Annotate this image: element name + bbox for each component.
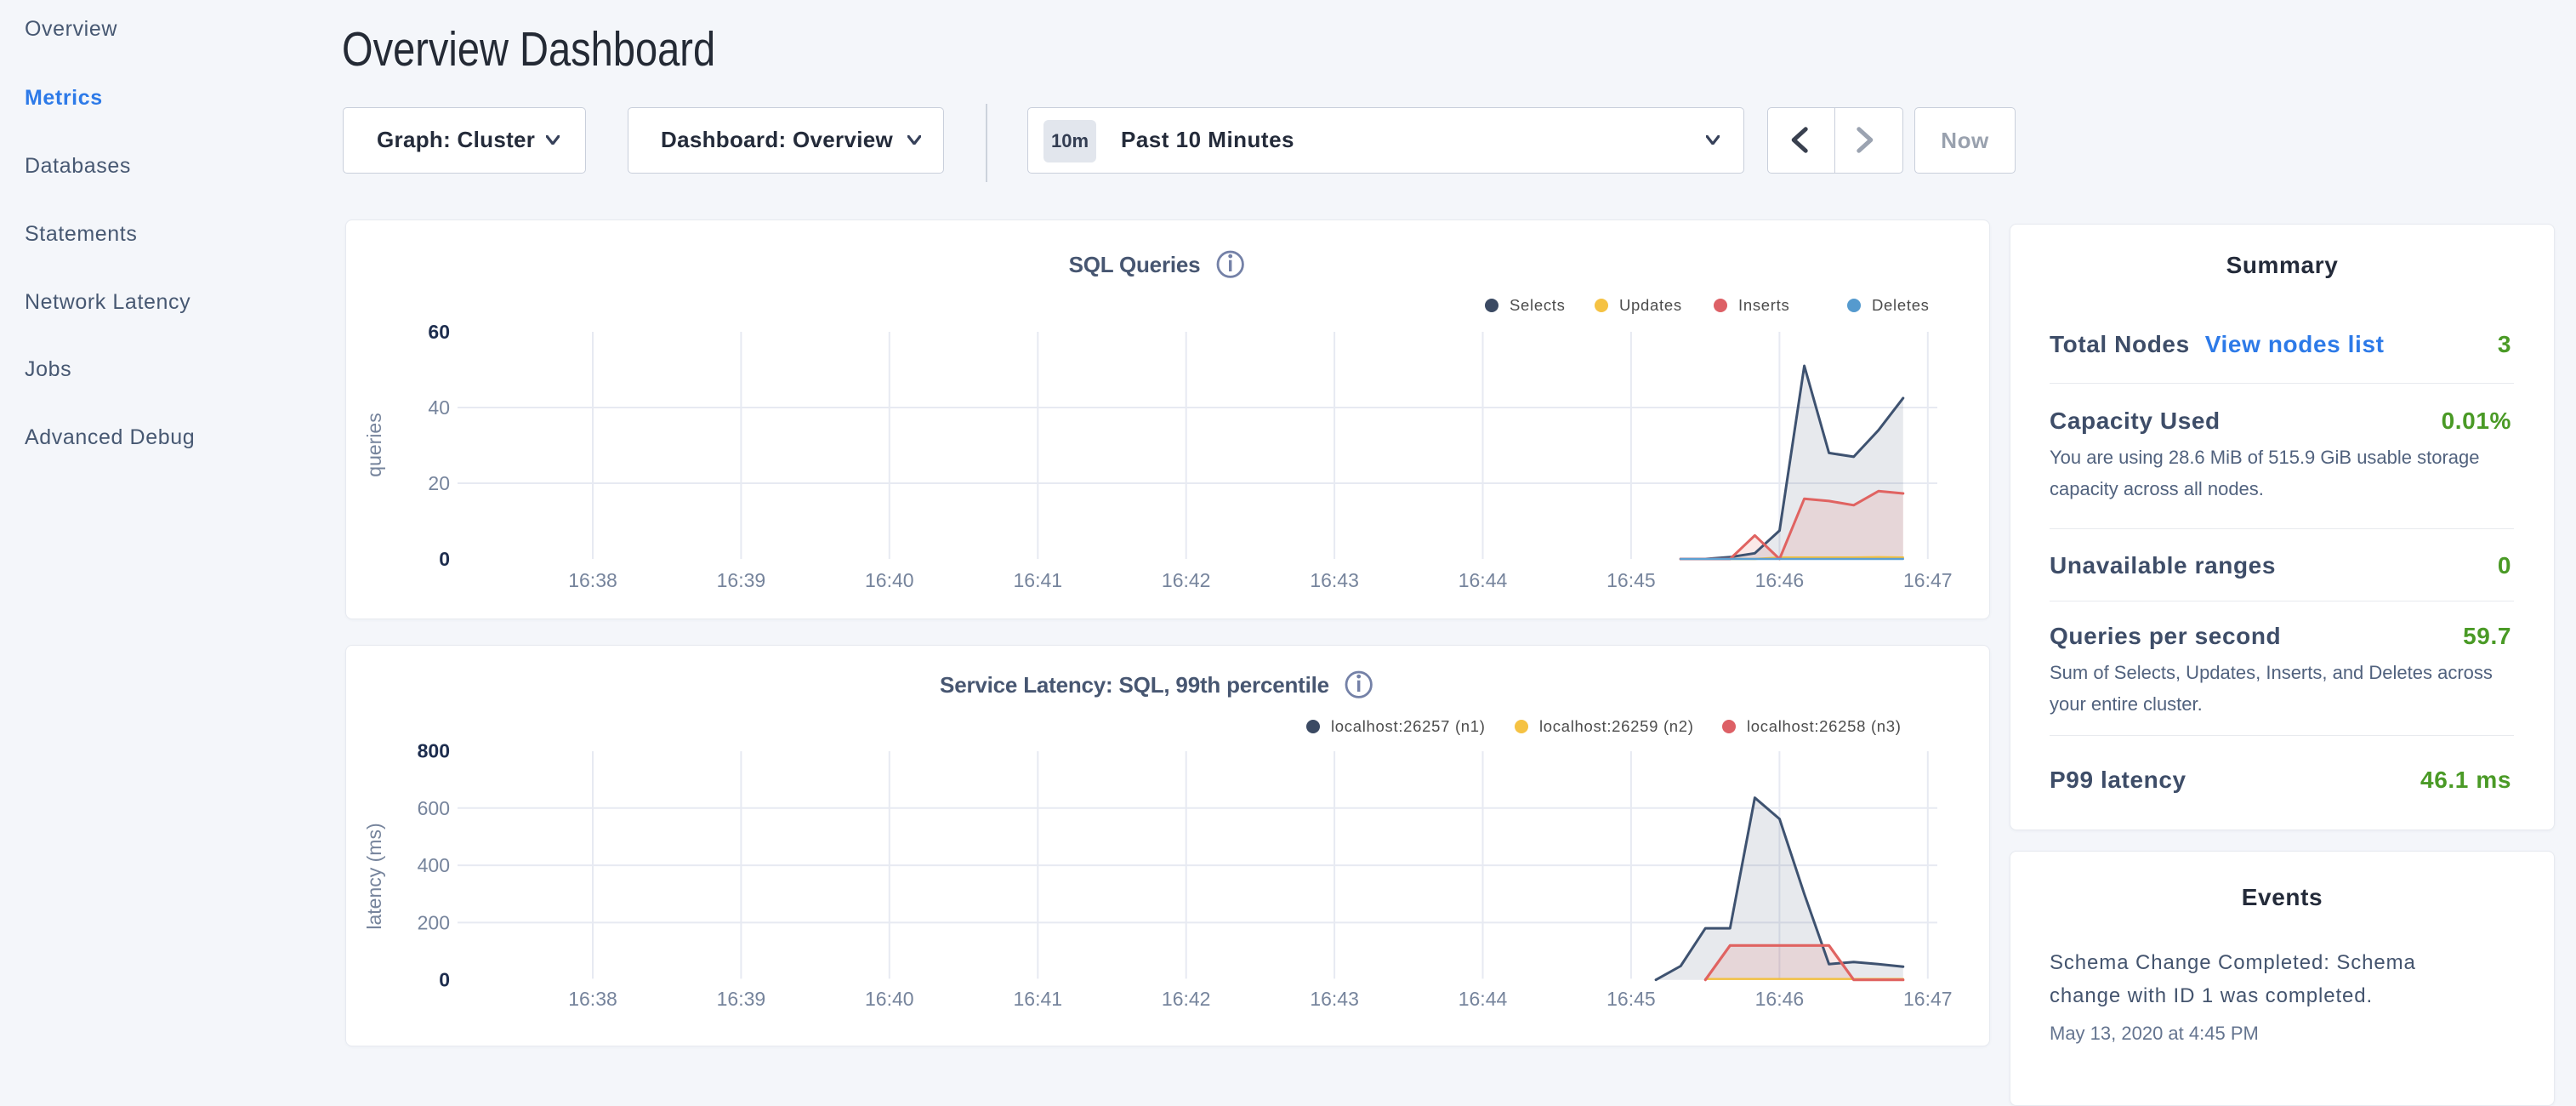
svg-text:60: 60 bbox=[428, 321, 450, 343]
svg-text:16:45: 16:45 bbox=[1606, 569, 1656, 591]
svg-text:400: 400 bbox=[418, 854, 450, 876]
svg-text:16:43: 16:43 bbox=[1310, 988, 1359, 1010]
svg-text:16:40: 16:40 bbox=[865, 988, 914, 1010]
svg-text:16:39: 16:39 bbox=[717, 988, 766, 1010]
svg-text:800: 800 bbox=[418, 740, 450, 762]
svg-text:latency (ms): latency (ms) bbox=[363, 823, 385, 929]
svg-text:0: 0 bbox=[439, 548, 450, 570]
svg-text:16:47: 16:47 bbox=[1903, 569, 1953, 591]
svg-text:16:38: 16:38 bbox=[568, 988, 617, 1010]
svg-text:16:40: 16:40 bbox=[865, 569, 914, 591]
svg-text:16:38: 16:38 bbox=[568, 569, 617, 591]
svg-text:16:47: 16:47 bbox=[1903, 988, 1953, 1010]
svg-text:16:43: 16:43 bbox=[1310, 569, 1359, 591]
svg-text:queries: queries bbox=[363, 413, 385, 476]
svg-text:16:45: 16:45 bbox=[1606, 988, 1656, 1010]
svg-text:16:41: 16:41 bbox=[1014, 988, 1063, 1010]
svg-text:16:42: 16:42 bbox=[1162, 569, 1211, 591]
svg-text:200: 200 bbox=[418, 911, 450, 933]
svg-text:0: 0 bbox=[439, 969, 450, 991]
svg-text:16:46: 16:46 bbox=[1755, 988, 1805, 1010]
svg-text:16:44: 16:44 bbox=[1459, 988, 1508, 1010]
svg-text:40: 40 bbox=[428, 396, 450, 419]
svg-text:16:44: 16:44 bbox=[1459, 569, 1508, 591]
svg-text:16:42: 16:42 bbox=[1162, 988, 1211, 1010]
svg-text:20: 20 bbox=[428, 472, 450, 494]
svg-text:16:39: 16:39 bbox=[717, 569, 766, 591]
svg-text:600: 600 bbox=[418, 797, 450, 819]
svg-text:16:41: 16:41 bbox=[1014, 569, 1063, 591]
svg-text:16:46: 16:46 bbox=[1755, 569, 1805, 591]
